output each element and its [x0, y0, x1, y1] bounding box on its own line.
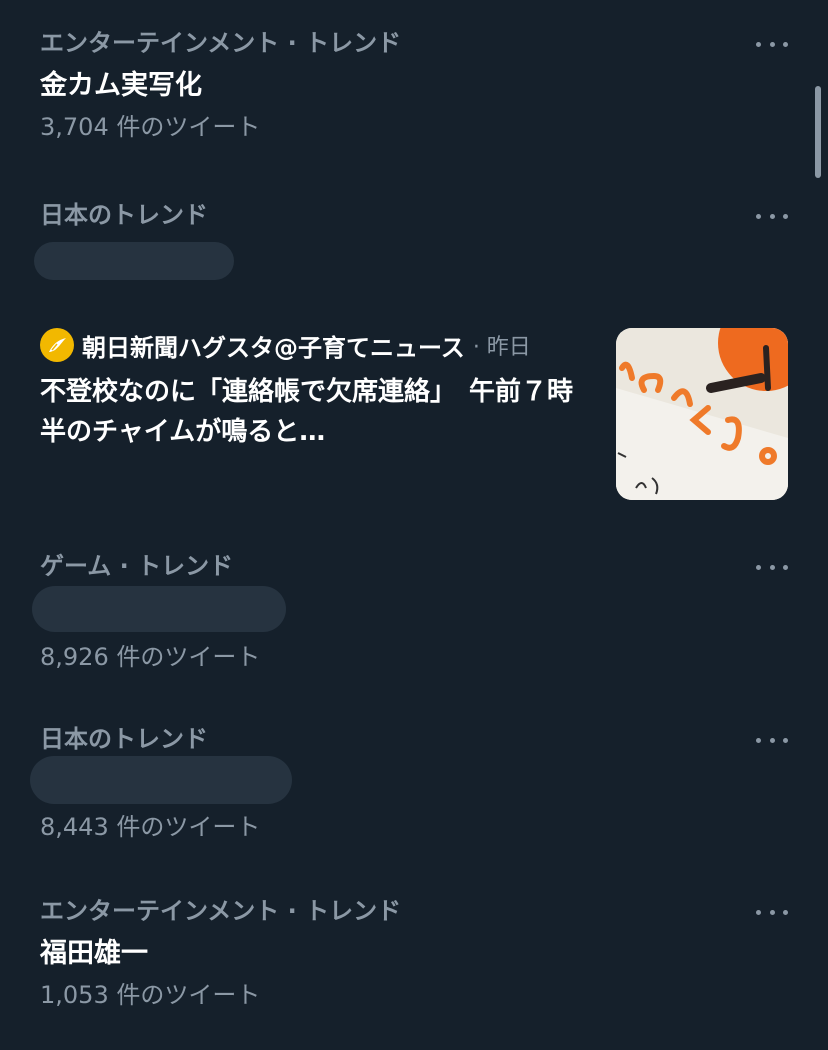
scrollbar[interactable]: [815, 86, 821, 178]
trend-category: ゲーム · トレンド: [40, 552, 234, 580]
trend-tweet-count: 8,443 件のツイート: [40, 813, 261, 841]
more-horizontal-icon: [756, 737, 761, 743]
more-horizontal-icon: [756, 41, 761, 47]
more-options-button[interactable]: [756, 900, 788, 924]
more-horizontal-icon: [756, 564, 761, 570]
news-thumbnail[interactable]: [616, 328, 788, 500]
trend-category: 日本のトレンド: [40, 201, 208, 229]
trend-tweet-count: 8,926 件のツイート: [40, 643, 261, 671]
news-source-name: 朝日新聞ハグスタ@子育てニュース: [82, 333, 465, 362]
trend-title: 福田雄一: [40, 938, 148, 969]
news-timestamp: · 昨日: [472, 335, 531, 360]
trend-title: 金カム実写化: [40, 70, 202, 101]
more-horizontal-icon: [756, 909, 761, 915]
redacted-trend-title: [30, 756, 292, 804]
more-horizontal-icon: [756, 213, 761, 219]
news-item[interactable]: 朝日新聞ハグスタ@子育てニュース · 昨日 不登校なのに「連絡帳で欠席連絡」 午…: [40, 326, 600, 452]
trend-item[interactable]: 日本のトレンド: [40, 200, 788, 230]
redacted-trend-title: [34, 242, 234, 280]
news-source-logo: [40, 328, 74, 362]
redacted-trend-title: [32, 586, 286, 632]
trend-category: 日本のトレンド: [40, 725, 208, 753]
trend-tweet-count: 1,053 件のツイート: [40, 981, 261, 1009]
explore-trends-page: エンターテインメント · トレンド 金カム実写化 3,704 件のツイート 日本…: [0, 0, 828, 1050]
more-options-button[interactable]: [756, 204, 788, 228]
trend-item[interactable]: エンターテインメント · トレンド 福田雄一 1,053 件のツイート: [40, 896, 788, 1010]
trend-category: エンターテインメント · トレンド: [40, 29, 402, 57]
trend-item[interactable]: エンターテインメント · トレンド 金カム実写化 3,704 件のツイート: [40, 28, 788, 142]
trend-tweet-count: 3,704 件のツイート: [40, 113, 261, 141]
bird-icon: [49, 338, 66, 352]
more-options-button[interactable]: [756, 728, 788, 752]
news-thumbnail-image: [616, 328, 788, 500]
more-options-button[interactable]: [756, 555, 788, 579]
trend-category: エンターテインメント · トレンド: [40, 897, 402, 925]
more-options-button[interactable]: [756, 32, 788, 56]
news-header: 朝日新聞ハグスタ@子育てニュース · 昨日: [40, 326, 600, 364]
news-headline: 不登校なのに「連絡帳で欠席連絡」 午前７時半のチャイムが鳴ると…: [40, 377, 574, 447]
